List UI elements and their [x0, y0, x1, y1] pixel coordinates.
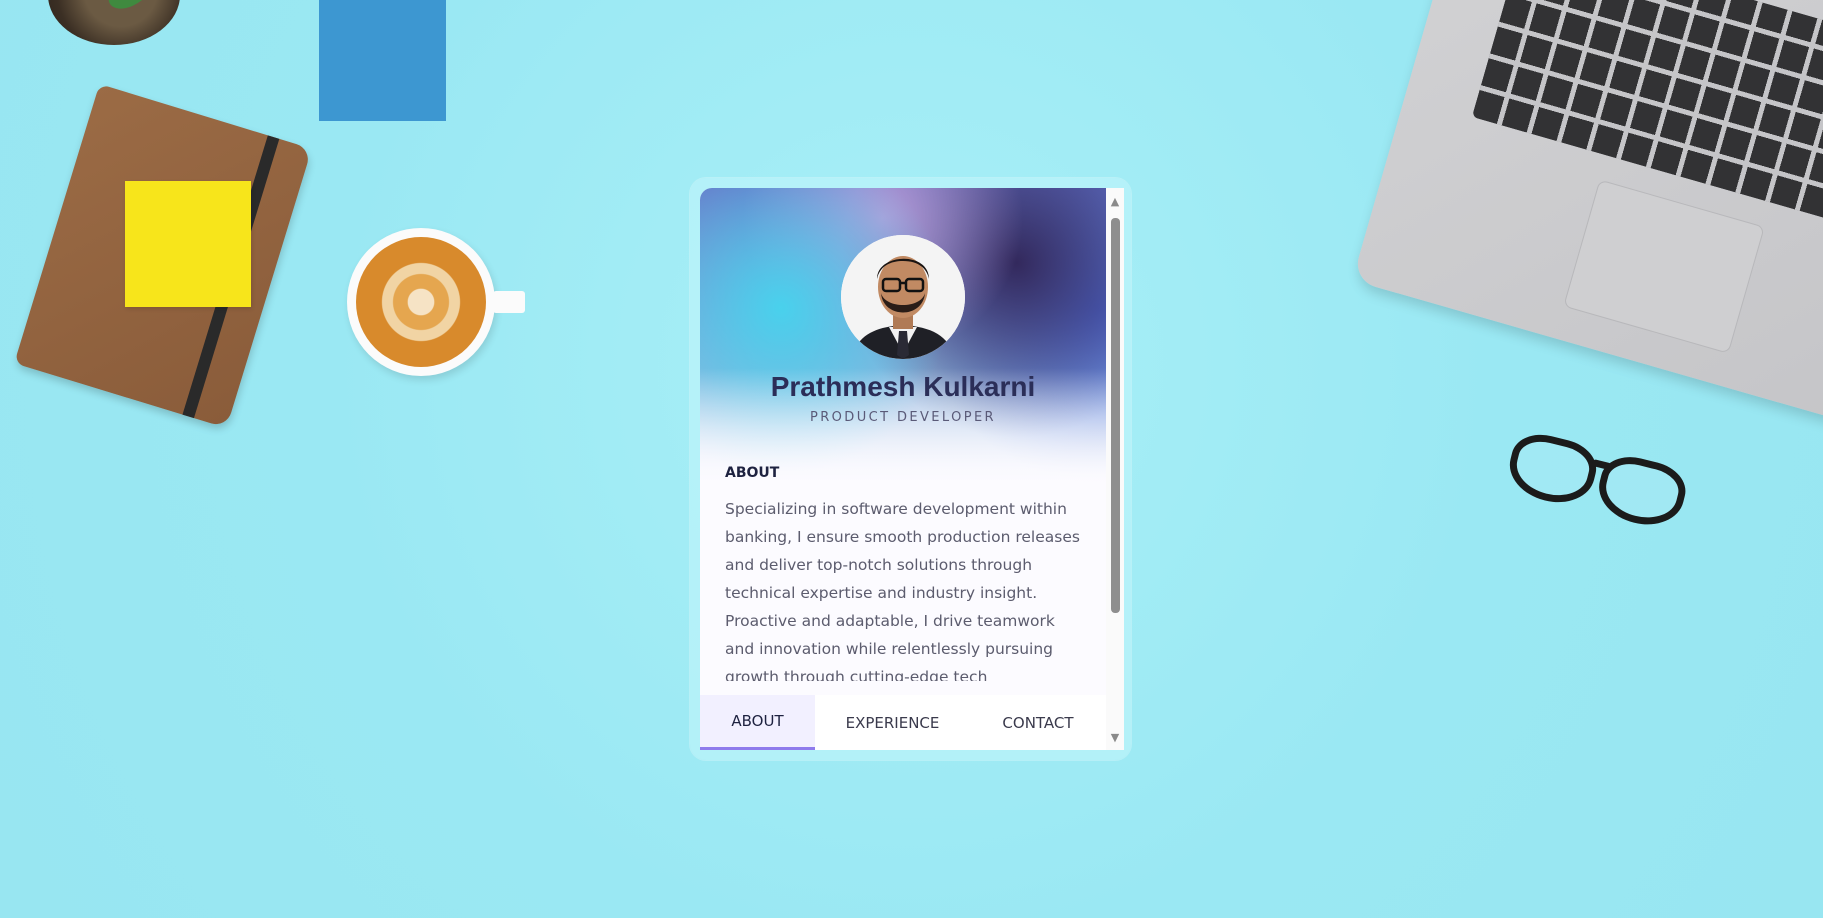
tab-bar: ABOUT EXPERIENCE CONTACT	[700, 695, 1106, 750]
glasses-decoration	[1493, 418, 1697, 542]
card-scrollbar[interactable]: ▲ ▼	[1106, 188, 1124, 750]
tab-experience[interactable]: EXPERIENCE	[815, 695, 970, 750]
profile-role: PRODUCT DEVELOPER	[809, 410, 996, 425]
profile-card: Prathmesh Kulkarni PRODUCT DEVELOPER ABO…	[700, 188, 1106, 750]
avatar	[841, 235, 965, 359]
scroll-down-icon[interactable]: ▼	[1106, 728, 1124, 746]
plant-decoration	[48, 0, 180, 45]
scroll-up-icon[interactable]: ▲	[1106, 192, 1124, 210]
about-heading: ABOUT	[725, 465, 780, 481]
tab-contact[interactable]: CONTACT	[970, 695, 1106, 750]
coffee-cup-decoration	[347, 228, 525, 376]
about-text: Specializing in software development wit…	[725, 500, 1080, 681]
profile-photo-icon	[841, 235, 965, 359]
laptop-decoration	[1352, 0, 1823, 424]
blue-notepad-decoration	[319, 0, 446, 121]
glasses-lens-left	[1502, 427, 1602, 511]
profile-name: Prathmesh Kulkarni	[770, 371, 1036, 402]
scrollbar-thumb[interactable]	[1111, 218, 1120, 613]
tab-about[interactable]: ABOUT	[700, 695, 815, 750]
laptop-trackpad	[1563, 179, 1765, 354]
sticky-note-decoration	[125, 181, 251, 307]
